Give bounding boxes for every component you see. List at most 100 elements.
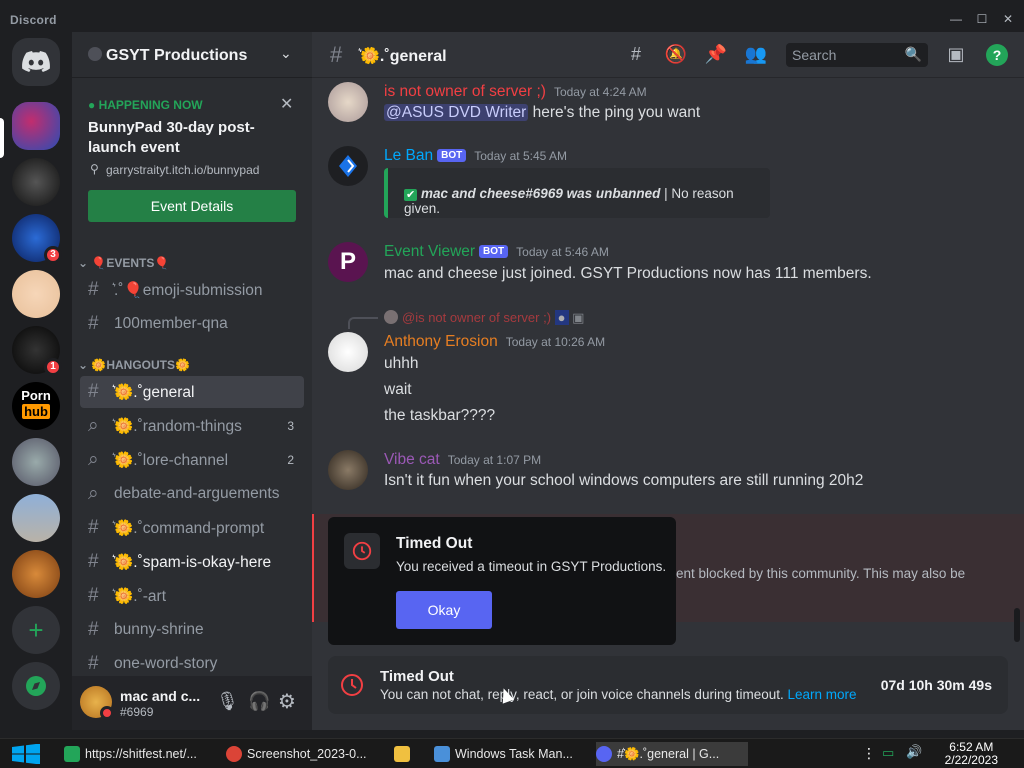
avatar[interactable] [328, 332, 368, 372]
channel-item[interactable]: #͛🌼.˚command-prompt [80, 512, 304, 544]
avatar[interactable] [328, 450, 368, 490]
chrome-icon [226, 746, 242, 762]
dnd-status-icon [100, 706, 114, 720]
channel-category[interactable]: ⌄ 🎈EVENTS🎈 [78, 256, 169, 270]
mute-bell-icon[interactable]: 🔕 [664, 44, 688, 66]
windows-start-icon[interactable] [10, 744, 42, 764]
help-icon[interactable]: ? [986, 44, 1008, 66]
message-text: mac and cheese just joined. GSYT Product… [384, 265, 872, 282]
channel-item[interactable]: #͛🌼.˚-art [80, 580, 304, 612]
volume-icon[interactable]: 🔊 [906, 744, 922, 760]
taskbar-item[interactable]: #͛🌼.˚general | G... [596, 742, 748, 766]
channel-item[interactable]: # one-word-story [80, 648, 304, 676]
channel-item[interactable]: # bunny-shrine [80, 614, 304, 646]
server-gsyt[interactable] [12, 102, 60, 150]
channel-item[interactable]: #100member-qna [80, 308, 304, 340]
server-6[interactable]: Porn hub [12, 382, 60, 430]
server-9[interactable] [12, 550, 60, 598]
user-mention[interactable]: @ASUS DVD Writer [384, 104, 529, 121]
message-text: the taskbar???? [384, 407, 496, 424]
event-link[interactable]: garrystraityt.itch.io/bunnypad [106, 163, 259, 177]
channel-name: 100member-qna [114, 315, 228, 332]
pin-icon[interactable]: 📌 [704, 44, 728, 66]
chevron-down-icon[interactable]: ⌄ [280, 45, 292, 62]
overflow-icon[interactable]: ⋮ [862, 745, 876, 762]
hash-icon: # [88, 279, 99, 300]
channel-item[interactable]: ⌕ debate-and-arguements [80, 478, 304, 510]
microphone-icon[interactable]: 🎙 [216, 691, 239, 712]
clock[interactable]: 6:52 AM 2/22/2023 [945, 741, 998, 767]
hash-icon: # [330, 42, 343, 67]
embed: ✔ mac and cheese#6969 was unbanned | No … [384, 168, 770, 218]
server-4[interactable] [12, 270, 60, 318]
reply-reference[interactable]: @is not owner of server ;) ● ▣ [384, 310, 584, 326]
timeout-description: You can not chat, reply, react, or join … [380, 687, 857, 702]
channel-category[interactable]: ⌄ 🌼HANGOUTS🌼 [78, 358, 190, 372]
timeout-bar: Timed Out You can not chat, reply, react… [328, 656, 1008, 714]
message-author[interactable]: Le Ban BOT Today at 5:45 AM [384, 147, 567, 165]
channel-name: ͛🌼.˚command-prompt [114, 519, 265, 537]
server-header[interactable]: GSYT Productions ⌄ [72, 32, 312, 78]
server-icon [88, 47, 102, 61]
scrollbar-thumb[interactable] [1014, 608, 1020, 642]
server-3[interactable]: 3 [12, 214, 62, 264]
okay-button[interactable]: Okay [396, 591, 492, 629]
minimize-button[interactable]: — [946, 12, 966, 28]
inbox-icon[interactable]: ▣ [944, 44, 968, 66]
channel-name: one-word-story [114, 655, 218, 672]
message-text: wait [384, 381, 412, 398]
search-icon: 🔍 [904, 46, 922, 62]
notification-badge: 1 [44, 358, 62, 376]
server-8[interactable] [12, 494, 60, 542]
add-server-button[interactable]: + [12, 606, 60, 654]
explore-servers-button[interactable] [12, 662, 60, 710]
taskbar-item[interactable]: https://shitfest.net/... [64, 742, 216, 766]
reply-connector [348, 317, 378, 329]
avatar [384, 310, 398, 324]
maximize-button[interactable]: ☐ [972, 12, 992, 28]
channel-title: ͛🌼.˚general [360, 48, 447, 65]
message-text: @ASUS DVD Writer here's the ping you wan… [384, 104, 701, 121]
event-card: ● HAPPENING NOW ✕ BunnyPad 30-day post-l… [72, 78, 312, 228]
threads-icon[interactable]: # [624, 44, 648, 66]
message-text: uhhh [384, 355, 419, 372]
message-author[interactable]: is not owner of server ;) Today at 4:24 A… [384, 83, 647, 101]
chevron-down-icon: ⌄ [78, 256, 92, 270]
close-icon[interactable]: ✕ [280, 94, 293, 114]
server-7[interactable] [12, 438, 60, 486]
folder-icon [394, 746, 410, 762]
channel-header: # ͛🌼.˚general # 🔕 📌 👥 Search 🔍 ▣ ? [312, 32, 1024, 78]
task-manager-icon [434, 746, 450, 762]
location-pin-icon: ⚲ [90, 162, 99, 176]
server-2[interactable] [12, 158, 60, 206]
channel-name: debate-and-arguements [114, 485, 280, 502]
message-author[interactable]: Anthony Erosion Today at 10:26 AM [384, 333, 605, 351]
channel-item[interactable]: #͛🌼.˚spam-is-okay-here [80, 546, 304, 578]
avatar[interactable] [328, 82, 368, 122]
taskbar-item[interactable]: Windows Task Man... [434, 742, 586, 766]
clock-icon [341, 674, 363, 696]
hash-icon: # [88, 381, 99, 402]
taskbar-item[interactable]: Screenshot_2023-0... [226, 742, 378, 766]
message-author[interactable]: Event Viewer BOT Today at 5:46 AM [384, 243, 609, 261]
taskbar-item[interactable] [394, 742, 418, 766]
home-button[interactable] [12, 38, 60, 86]
headphones-icon[interactable]: 🎧 [248, 691, 270, 712]
network-icon[interactable]: ▭ [882, 745, 894, 761]
learn-more-link[interactable]: Learn more [788, 687, 857, 702]
avatar[interactable]: P [328, 242, 368, 282]
channel-item[interactable]: #͛.˚🎈emoji-submission [80, 274, 304, 306]
members-icon[interactable]: 👥 [744, 44, 768, 66]
event-details-button[interactable]: Event Details [88, 190, 296, 222]
channel-item[interactable]: ⌕͛🌼.˚random-things 3 [80, 410, 304, 442]
close-window-button[interactable]: ✕ [998, 12, 1018, 28]
channel-item[interactable]: ⌕͛🌼.˚lore-channel 2 [80, 444, 304, 476]
gear-icon[interactable]: ⚙ [278, 689, 296, 714]
search-input[interactable]: Search 🔍 [786, 43, 928, 67]
channel-item[interactable]: #͛🌼.˚general [80, 376, 304, 408]
server-5[interactable]: 1 [12, 326, 62, 376]
message-author[interactable]: Vibe cat Today at 1:07 PM [384, 451, 541, 469]
message-text: Isn't it fun when your school windows co… [384, 472, 864, 489]
hash-icon: # [88, 517, 99, 538]
avatar[interactable] [328, 146, 368, 186]
